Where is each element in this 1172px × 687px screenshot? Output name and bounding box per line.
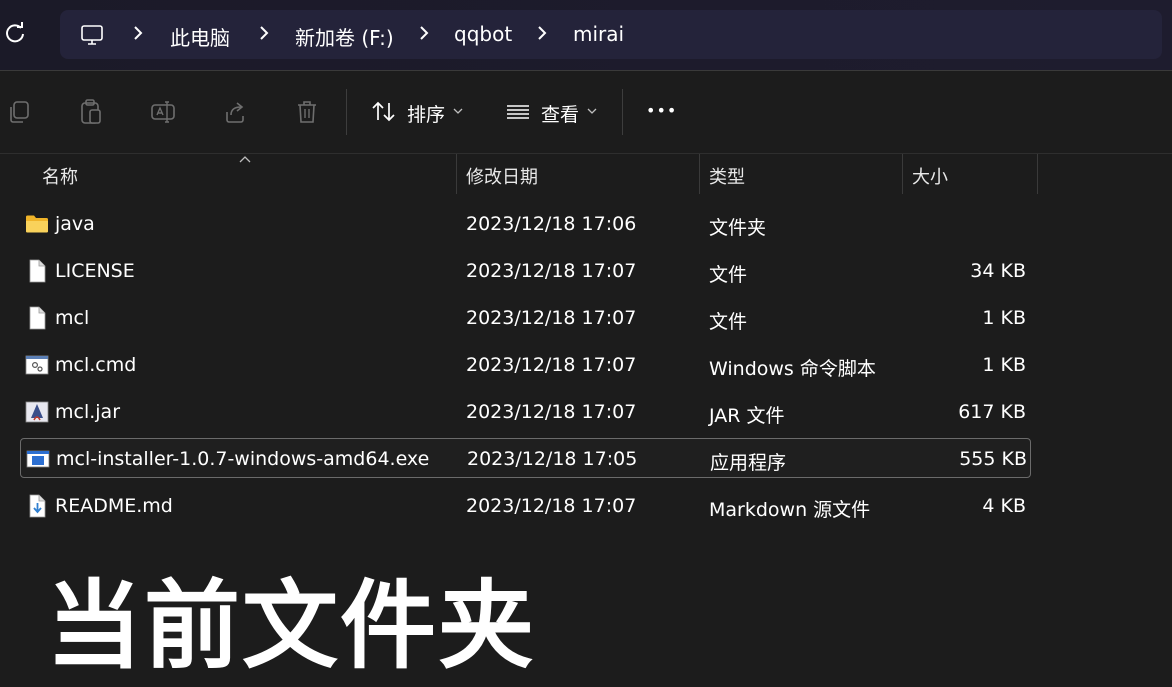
chevron-down-icon[interactable] (587, 107, 597, 115)
file-type: 文件 (709, 311, 748, 333)
file-modified: 2023/12/18 17:07 (466, 307, 637, 329)
breadcrumb-item-volume-f[interactable]: 新加卷 (F:) (295, 22, 394, 51)
chevron-right-icon[interactable] (256, 24, 272, 42)
chevron-down-icon[interactable] (453, 107, 463, 115)
file-type: 文件 (709, 264, 748, 286)
file-size: 617 KB (958, 401, 1026, 423)
java-jar-icon (25, 401, 49, 423)
exe-icon (26, 450, 50, 468)
view-icon[interactable] (504, 98, 532, 126)
file-modified: 2023/12/18 17:05 (467, 448, 638, 470)
file-name: mcl (55, 307, 90, 329)
file-type: 应用程序 (710, 452, 787, 474)
toolbar-divider (346, 89, 347, 135)
rename-icon[interactable] (149, 98, 177, 126)
column-header-size[interactable]: 大小 (912, 163, 948, 189)
breadcrumb-item-mirai[interactable]: mirai (573, 22, 624, 46)
file-size: 1 KB (982, 307, 1026, 329)
file-name: mcl.jar (55, 401, 121, 423)
file-row[interactable]: README.md 2023/12/18 17:07 Markdown 源文件 … (20, 486, 1031, 526)
refresh-icon[interactable] (4, 22, 26, 44)
file-size: 1 KB (982, 354, 1026, 376)
file-type: 文件夹 (709, 217, 767, 239)
cmd-script-icon (25, 355, 49, 375)
command-bar: 排序 查看 ••• (0, 71, 1172, 154)
column-header-name[interactable]: 名称 (42, 163, 78, 189)
chevron-right-icon[interactable] (130, 24, 146, 42)
more-options-button[interactable]: ••• (646, 101, 677, 120)
column-header-type[interactable]: 类型 (709, 163, 745, 189)
column-header-modified[interactable]: 修改日期 (466, 163, 538, 189)
paste-icon[interactable] (77, 98, 105, 126)
column-header-row: 名称 修改日期 类型 大小 (0, 154, 1172, 194)
address-bar-region: 此电脑 新加卷 (F:) qqbot mirai (0, 0, 1172, 71)
breadcrumb-item-this-pc[interactable]: 此电脑 (170, 22, 230, 51)
sort-ascending-icon (239, 156, 251, 163)
file-size: 34 KB (970, 260, 1026, 282)
file-name: README.md (55, 495, 173, 517)
folder-icon (26, 215, 48, 233)
file-type: Markdown 源文件 (709, 499, 871, 521)
file-modified: 2023/12/18 17:07 (466, 260, 637, 282)
file-row[interactable]: LICENSE 2023/12/18 17:07 文件 34 KB (20, 251, 1031, 291)
share-icon[interactable] (221, 98, 249, 126)
chevron-right-icon[interactable] (416, 24, 432, 42)
chevron-right-icon[interactable] (534, 24, 550, 42)
breadcrumb-item-qqbot[interactable]: qqbot (454, 22, 512, 46)
markdown-icon (29, 494, 46, 518)
file-row[interactable]: mcl 2023/12/18 17:07 文件 1 KB (20, 298, 1031, 338)
column-divider[interactable] (1037, 154, 1038, 194)
copy-icon[interactable] (6, 98, 34, 126)
column-divider[interactable] (456, 154, 457, 194)
file-modified: 2023/12/18 17:07 (466, 401, 637, 423)
this-pc-icon[interactable] (80, 23, 104, 47)
file-size: 555 KB (959, 448, 1027, 470)
file-type: JAR 文件 (709, 405, 785, 427)
column-divider[interactable] (699, 154, 700, 194)
sort-button[interactable]: 排序 (407, 100, 445, 127)
file-modified: 2023/12/18 17:07 (466, 354, 637, 376)
file-name: java (55, 213, 95, 235)
overlay-caption: 当前文件夹 (46, 570, 536, 682)
breadcrumb[interactable]: 此电脑 新加卷 (F:) qqbot mirai (60, 10, 1162, 59)
view-button[interactable]: 查看 (541, 100, 579, 127)
file-modified: 2023/12/18 17:07 (466, 495, 637, 517)
toolbar-divider (622, 89, 623, 135)
file-modified: 2023/12/18 17:06 (466, 213, 637, 235)
file-icon (29, 306, 46, 330)
file-row[interactable]: mcl.jar 2023/12/18 17:07 JAR 文件 617 KB (20, 392, 1031, 432)
file-size: 4 KB (982, 495, 1026, 517)
column-divider[interactable] (902, 154, 903, 194)
delete-icon[interactable] (293, 98, 321, 126)
file-type: Windows 命令脚本 (709, 358, 876, 380)
file-row-selected[interactable]: mcl-installer-1.0.7-windows-amd64.exe 20… (20, 438, 1031, 478)
file-name: mcl-installer-1.0.7-windows-amd64.exe (56, 448, 430, 470)
file-row[interactable]: mcl.cmd 2023/12/18 17:07 Windows 命令脚本 1 … (20, 345, 1031, 385)
sort-icon[interactable] (370, 98, 398, 126)
file-row[interactable]: java 2023/12/18 17:06 文件夹 (20, 204, 1031, 244)
file-name: LICENSE (55, 260, 135, 282)
file-name: mcl.cmd (55, 354, 137, 376)
file-icon (29, 259, 46, 283)
